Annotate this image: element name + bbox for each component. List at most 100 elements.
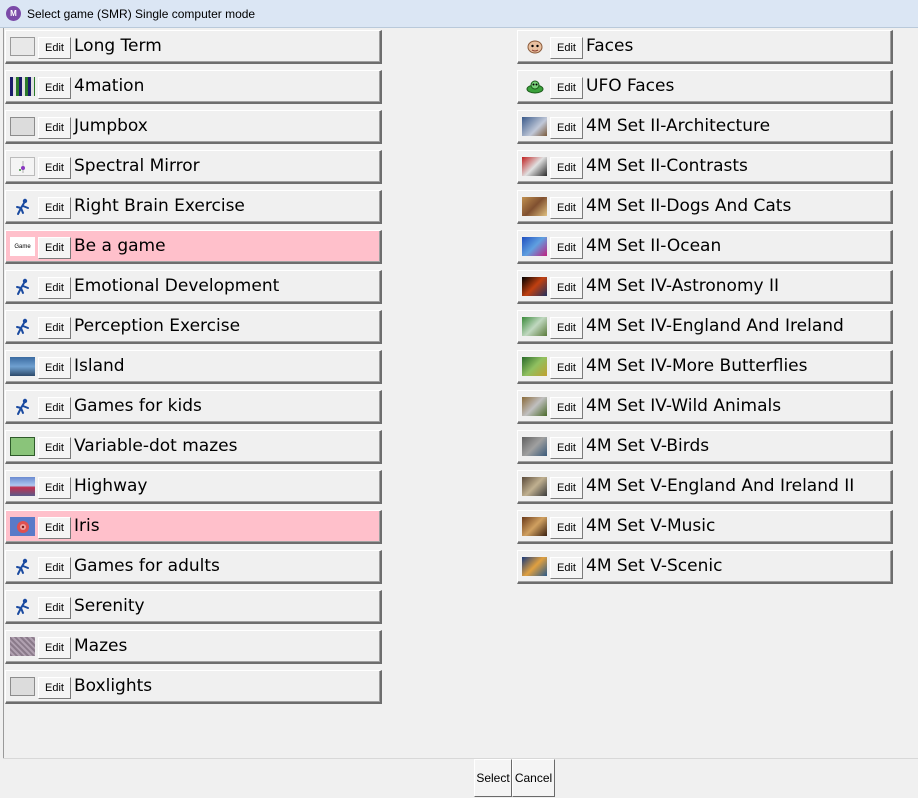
edit-button[interactable]: Edit [38, 157, 71, 179]
game-label: 4M Set II-Architecture [586, 116, 771, 136]
game-label: Perception Exercise [74, 316, 241, 336]
game-thumbnail-icon [10, 77, 35, 96]
game-row[interactable]: Edit Island [5, 350, 382, 384]
game-row[interactable]: Edit Mazes [5, 630, 382, 664]
edit-button[interactable]: Edit [550, 197, 583, 219]
game-thumbnail-icon [522, 397, 547, 416]
edit-button[interactable]: Edit [38, 437, 71, 459]
game-row[interactable]: Edit Boxlights [5, 670, 382, 704]
game-row[interactable]: Edit Games for kids [5, 390, 382, 424]
edit-button[interactable]: Edit [38, 397, 71, 419]
game-row[interactable]: Edit Iris [5, 510, 382, 544]
game-row[interactable]: Edit 4M Set II-Architecture [517, 110, 893, 144]
game-thumbnail-icon [522, 37, 547, 56]
game-thumbnail-icon [522, 477, 547, 496]
game-label: Long Term [74, 36, 162, 56]
edit-button[interactable]: Edit [550, 277, 583, 299]
edit-button[interactable]: Edit [550, 397, 583, 419]
game-row[interactable]: Edit Perception Exercise [5, 310, 382, 344]
game-label: Jumpbox [74, 116, 148, 136]
game-thumbnail-icon [522, 117, 547, 136]
game-row[interactable]: Edit 4M Set IV-England And Ireland [517, 310, 893, 344]
game-row[interactable]: Edit 4M Set II-Ocean [517, 230, 893, 264]
game-label: Faces [586, 36, 634, 56]
game-list-panel: Edit Long Term Edit 4mation Edit Jumpbox Edit S… [3, 28, 918, 758]
game-label: Iris [74, 516, 100, 536]
game-label: 4M Set V-Music [586, 516, 716, 536]
game-row[interactable]: Edit 4M Set IV-Wild Animals [517, 390, 893, 424]
game-row[interactable]: Edit Variable-dot mazes [5, 430, 382, 464]
edit-button[interactable]: Edit [550, 37, 583, 59]
edit-button[interactable]: Edit [550, 117, 583, 139]
game-row[interactable]: Edit UFO Faces [517, 70, 893, 104]
edit-button[interactable]: Edit [38, 677, 71, 699]
edit-button[interactable]: Edit [38, 477, 71, 499]
edit-button[interactable]: Edit [38, 597, 71, 619]
game-thumbnail-icon [10, 197, 35, 216]
game-row[interactable]: Edit 4M Set V-Birds [517, 430, 893, 464]
game-thumbnail-icon [522, 437, 547, 456]
game-row[interactable]: Edit Spectral Mirror [5, 150, 382, 184]
game-label: 4M Set IV-Astronomy II [586, 276, 780, 296]
game-label: Mazes [74, 636, 128, 656]
game-row[interactable]: Edit 4M Set V-Music [517, 510, 893, 544]
edit-button[interactable]: Edit [550, 237, 583, 259]
edit-button[interactable]: Edit [550, 317, 583, 339]
select-button[interactable]: Select [474, 759, 512, 797]
edit-button[interactable]: Edit [38, 77, 71, 99]
game-row[interactable]: Edit 4M Set II-Dogs And Cats [517, 190, 893, 224]
game-row[interactable]: Edit 4M Set II-Contrasts [517, 150, 893, 184]
edit-button[interactable]: Edit [550, 437, 583, 459]
game-thumbnail-icon [10, 437, 35, 456]
game-label: 4M Set IV-More Butterflies [586, 356, 808, 376]
game-row[interactable]: Edit Faces [517, 30, 893, 64]
game-row[interactable]: Edit Serenity [5, 590, 382, 624]
edit-button[interactable]: Edit [38, 637, 71, 659]
game-row[interactable]: Edit Jumpbox [5, 110, 382, 144]
edit-button[interactable]: Edit [550, 477, 583, 499]
game-row[interactable]: Edit Emotional Development [5, 270, 382, 304]
edit-button[interactable]: Edit [38, 517, 71, 539]
game-label: Highway [74, 476, 148, 496]
edit-button[interactable]: Edit [38, 557, 71, 579]
game-row[interactable]: Edit Long Term [5, 30, 382, 64]
game-label: Games for adults [74, 556, 220, 576]
edit-button[interactable]: Edit [550, 517, 583, 539]
edit-button[interactable]: Edit [550, 77, 583, 99]
edit-button[interactable]: Edit [38, 317, 71, 339]
game-row[interactable]: Edit 4M Set IV-Astronomy II [517, 270, 893, 304]
game-row[interactable]: Edit 4M Set IV-More Butterflies [517, 350, 893, 384]
right-game-column: Edit Faces Edit UFO Faces Edit 4M Set II-Arch… [517, 30, 893, 590]
game-row[interactable]: Game Edit Be a game [5, 230, 382, 264]
edit-button[interactable]: Edit [550, 557, 583, 579]
game-thumbnail-icon [10, 517, 35, 536]
game-label: 4M Set V-England And Ireland II [586, 476, 855, 496]
game-thumbnail-icon [522, 237, 547, 256]
game-thumbnail-icon [10, 677, 35, 696]
game-row[interactable]: Edit 4M Set V-England And Ireland II [517, 470, 893, 504]
edit-button[interactable]: Edit [38, 117, 71, 139]
game-thumbnail-icon [10, 277, 35, 296]
game-thumbnail-icon [10, 597, 35, 616]
game-label: Spectral Mirror [74, 156, 200, 176]
edit-button[interactable]: Edit [38, 197, 71, 219]
game-row[interactable]: Edit Right Brain Exercise [5, 190, 382, 224]
edit-button[interactable]: Edit [38, 357, 71, 379]
edit-button[interactable]: Edit [38, 37, 71, 59]
game-label: 4M Set IV-England And Ireland [586, 316, 844, 336]
game-row[interactable]: Edit 4mation [5, 70, 382, 104]
game-row[interactable]: Edit Games for adults [5, 550, 382, 584]
edit-button[interactable]: Edit [550, 357, 583, 379]
game-row[interactable]: Edit 4M Set V-Scenic [517, 550, 893, 584]
edit-button[interactable]: Edit [38, 277, 71, 299]
game-label: UFO Faces [586, 76, 675, 96]
edit-button[interactable]: Edit [38, 237, 71, 259]
game-label: Boxlights [74, 676, 153, 696]
edit-button[interactable]: Edit [550, 157, 583, 179]
game-row[interactable]: Edit Highway [5, 470, 382, 504]
cancel-button[interactable]: Cancel [512, 759, 555, 797]
game-label: Right Brain Exercise [74, 196, 245, 216]
game-thumbnail-icon: Game [10, 237, 35, 256]
title-bar: M Select game (SMR) Single computer mode [0, 0, 918, 28]
game-label: Island [74, 356, 125, 376]
